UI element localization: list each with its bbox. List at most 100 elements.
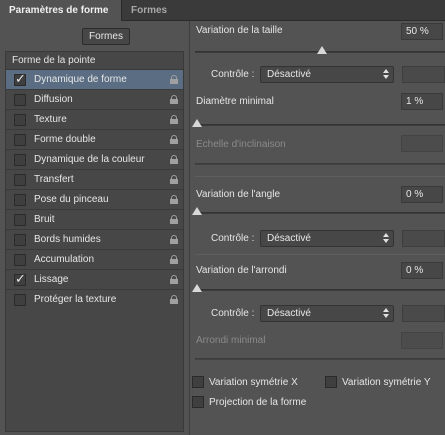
list-item-label: Pose du pinceau <box>34 194 109 205</box>
checkbox[interactable]: ✓ <box>14 71 26 86</box>
lock-icon[interactable] <box>170 195 178 204</box>
symetrie-y-label: Variation symétrie Y <box>342 377 431 388</box>
section-divider <box>195 176 445 177</box>
controle-1-select[interactable]: Désactivé <box>260 66 394 83</box>
lock-icon[interactable] <box>170 115 178 124</box>
list-item-forme-pointe[interactable]: Forme de la pointe <box>12 55 95 66</box>
list-item-texture[interactable]: Texture <box>6 109 183 129</box>
list-item-transfert[interactable]: Transfert <box>6 169 183 189</box>
slider-thumb[interactable] <box>192 119 202 127</box>
lock-icon[interactable] <box>170 215 178 224</box>
checkbox[interactable] <box>14 154 26 166</box>
controle-2-param <box>402 230 445 247</box>
list-item-label: Accumulation <box>34 254 95 265</box>
lock-icon[interactable] <box>170 135 178 144</box>
tab-bar: Paramètres de forme Formes <box>0 0 445 21</box>
brush-settings-panel: Formes Forme de la pointe ✓ Dynamique de… <box>0 21 445 435</box>
controle-2-label: Contrôle : <box>211 233 255 244</box>
list-item-label: Texture <box>34 114 67 125</box>
diametre-minimal-slider[interactable] <box>192 119 445 127</box>
arrondi-minimal-label: Arrondi minimal <box>196 335 266 346</box>
arrondi-minimal-value <box>401 332 443 349</box>
variation-angle-slider[interactable] <box>192 207 445 215</box>
formes-button[interactable]: Formes <box>82 28 130 45</box>
checkbox[interactable] <box>14 234 26 246</box>
echelle-inclinaison-label: Echelle d'inclinaison <box>196 139 286 150</box>
controle-1-value: Désactivé <box>267 69 311 80</box>
echelle-inclinaison-slider <box>195 163 445 165</box>
lock-icon[interactable] <box>170 275 178 284</box>
controle-3-value: Désactivé <box>267 308 311 319</box>
projection-forme-label: Projection de la forme <box>209 397 307 408</box>
variation-angle-label: Variation de l'angle <box>196 189 281 200</box>
lock-icon[interactable] <box>170 95 178 104</box>
variation-taille-slider[interactable] <box>195 46 445 54</box>
variation-arrondi-slider[interactable] <box>192 284 445 292</box>
list-item-label: Dynamique de la couleur <box>34 154 145 165</box>
controle-3-param <box>402 305 445 322</box>
lock-icon[interactable] <box>170 175 178 184</box>
symetrie-x-label: Variation symétrie X <box>209 377 298 388</box>
list-item-label: Bruit <box>34 214 55 225</box>
section-divider <box>195 254 445 255</box>
panel-divider <box>189 21 190 435</box>
controle-1-param <box>402 66 445 83</box>
tab-formes[interactable]: Formes <box>121 0 176 21</box>
checkbox[interactable] <box>14 214 26 226</box>
projection-forme-checkbox[interactable] <box>192 396 204 408</box>
slider-thumb[interactable] <box>192 207 202 215</box>
variation-arrondi-label: Variation de l'arrondi <box>196 265 287 276</box>
list-item-label: Lissage <box>34 274 69 285</box>
lock-icon[interactable] <box>170 295 178 304</box>
list-item-label: Dynamique de forme <box>34 74 127 85</box>
checkbox[interactable] <box>14 174 26 186</box>
list-item-bruit[interactable]: Bruit <box>6 209 183 229</box>
checkmark-icon: ✓ <box>15 271 26 286</box>
list-item-dynamique-couleur[interactable]: Dynamique de la couleur <box>6 149 183 169</box>
up-down-arrows-icon <box>383 308 389 319</box>
list-item-bords-humides[interactable]: Bords humides <box>6 229 183 249</box>
arrondi-minimal-slider <box>195 358 445 360</box>
variation-taille-label: Variation de la taille <box>196 25 283 36</box>
checkbox[interactable]: ✓ <box>14 271 26 286</box>
list-item-dynamique-forme[interactable]: ✓ Dynamique de forme <box>6 69 183 89</box>
list-item-accumulation[interactable]: Accumulation <box>6 249 183 269</box>
diametre-minimal-value[interactable]: 1 % <box>401 93 443 110</box>
lock-icon[interactable] <box>170 255 178 264</box>
tab-parametres-de-forme[interactable]: Paramètres de forme <box>0 0 121 21</box>
lock-icon[interactable] <box>170 75 178 84</box>
list-item-label: Protéger la texture <box>34 294 117 305</box>
symetrie-x-checkbox[interactable] <box>192 376 204 388</box>
checkbox[interactable] <box>14 114 26 126</box>
list-item-lissage[interactable]: ✓ Lissage <box>6 269 183 289</box>
list-item-pose-pinceau[interactable]: Pose du pinceau <box>6 189 183 209</box>
up-down-arrows-icon <box>383 69 389 80</box>
controle-2-select[interactable]: Désactivé <box>260 230 394 247</box>
variation-angle-value[interactable]: 0 % <box>401 186 443 203</box>
brush-options-list: Forme de la pointe ✓ Dynamique de forme … <box>5 51 184 432</box>
variation-arrondi-value[interactable]: 0 % <box>401 262 443 279</box>
checkmark-icon: ✓ <box>15 71 26 86</box>
controle-2-value: Désactivé <box>267 233 311 244</box>
slider-thumb[interactable] <box>317 46 327 54</box>
checkbox[interactable] <box>14 254 26 266</box>
list-item-diffusion[interactable]: Diffusion <box>6 89 183 109</box>
list-item-label: Transfert <box>34 174 74 185</box>
variation-taille-value[interactable]: 50 % <box>401 23 443 40</box>
checkbox[interactable] <box>14 194 26 206</box>
symetrie-y-checkbox[interactable] <box>325 376 337 388</box>
lock-icon[interactable] <box>170 235 178 244</box>
list-item-label: Diffusion <box>34 94 73 105</box>
slider-thumb[interactable] <box>192 284 202 292</box>
checkbox[interactable] <box>14 94 26 106</box>
list-item-proteger-texture[interactable]: Protéger la texture <box>6 289 183 309</box>
list-item-forme-double[interactable]: Forme double <box>6 129 183 149</box>
controle-1-label: Contrôle : <box>211 69 255 80</box>
echelle-inclinaison-value <box>401 135 443 152</box>
controle-3-label: Contrôle : <box>211 308 255 319</box>
checkbox[interactable] <box>14 134 26 146</box>
lock-icon[interactable] <box>170 155 178 164</box>
checkbox[interactable] <box>14 294 26 306</box>
list-item-label: Forme double <box>34 134 96 145</box>
controle-3-select[interactable]: Désactivé <box>260 305 394 322</box>
